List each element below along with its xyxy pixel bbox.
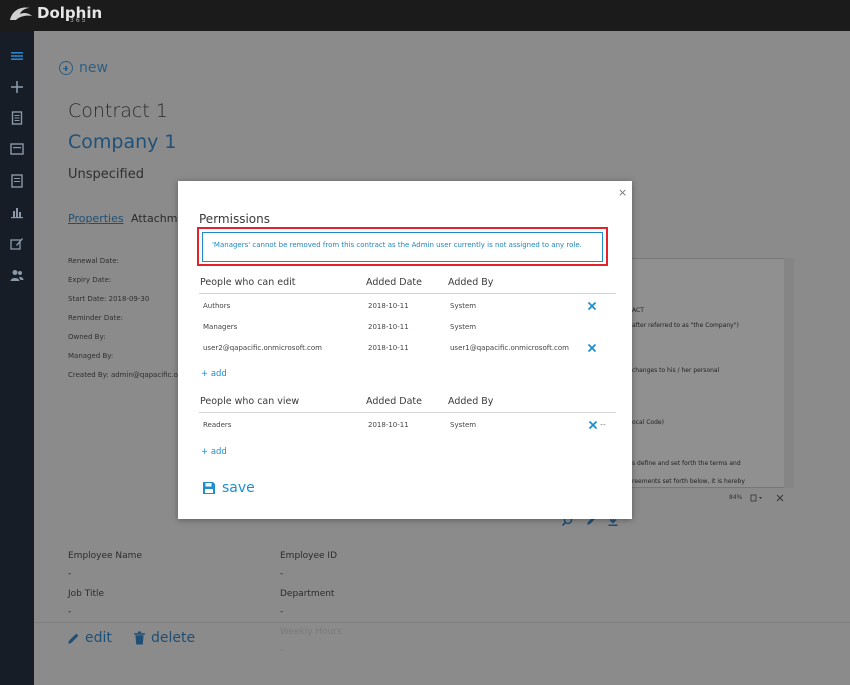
tab-properties[interactable]: Properties [68,212,124,225]
department-label: Department [280,589,335,599]
employee-name-label: Employee Name [68,551,142,561]
users-icon[interactable] [10,268,24,282]
sidebar [0,31,34,685]
editor-date: 2018-10-11 [368,302,409,310]
dolphin-logo-icon [10,7,32,20]
edit-button[interactable]: edit [67,630,112,646]
editor-name: Managers [203,323,238,331]
divider [199,412,616,413]
plus-circle-icon [59,61,73,75]
viewer-date: 2018-10-11 [368,421,409,429]
save-button[interactable]: save [202,480,255,496]
permissions-dialog: × Permissions 'Managers' cannot be remov… [178,181,632,519]
save-label: save [222,480,255,496]
report-icon[interactable] [10,174,24,188]
weekly-hours-value: - [280,645,284,655]
editor-name: Authors [203,302,231,310]
employee-name-value: - [68,569,72,579]
edit-label: edit [85,630,112,646]
employee-id-label: Employee ID [280,551,338,561]
editor-added-by: System [450,302,477,310]
page-menu-icon[interactable] [750,494,764,502]
edit-icon[interactable] [10,236,24,250]
col-added-date: Added Date [366,396,422,407]
editor-added-by: user1@qapacific.onmicrosoft.com [450,344,569,352]
inbox-icon[interactable] [10,142,24,156]
app-sub: 365 [70,17,88,24]
delete-button[interactable]: delete [133,630,195,646]
col-added-by: Added By [448,396,494,407]
add-editor-link[interactable]: + add [201,369,227,379]
remove-icon[interactable] [587,343,597,353]
new-label: new [79,60,108,76]
edit-section-header: People who can edit [200,277,296,288]
add-viewer-link[interactable]: + add [201,447,227,457]
doc-line: s define and set forth the terms and [632,460,741,467]
col-added-by: Added By [448,277,494,288]
editor-date: 2018-10-11 [368,344,409,352]
view-section-header: People who can view [200,396,300,407]
fullscreen-icon[interactable] [776,494,784,502]
doc-line: reements set forth below, it is hereby [632,478,745,485]
doc-line: after referred to as "the Company") [632,322,739,329]
doc-line: ACT [632,307,644,314]
remove-icon[interactable] [587,301,597,311]
divider [199,293,616,294]
zoom-level[interactable]: 84% [729,494,742,501]
viewer-added-by: System [450,421,477,429]
department-value: - [280,607,284,617]
start-date: Start Date: 2018-09-30 [68,295,150,303]
dialog-title: Permissions [199,212,270,226]
doc-line: changes to his / her personal [632,367,720,374]
app-logo[interactable]: Dolphin [8,5,102,23]
managed-by: Managed By: [68,352,114,360]
expiry-date: Expiry Date: [68,276,112,284]
warning-message: 'Managers' cannot be removed from this c… [212,241,582,249]
remove-icon[interactable] [588,420,598,430]
document-scrollbar[interactable] [784,258,794,488]
delete-label: delete [151,630,196,646]
job-title-label: Job Title [68,589,105,599]
pencil-icon [68,633,79,644]
company-link[interactable]: Company 1 [68,131,177,153]
weekly-hours-label: Weekly Hours [280,627,342,637]
chart-icon[interactable] [10,205,24,219]
col-added-date: Added Date [366,277,422,288]
viewer-name: Readers [203,421,232,429]
editor-name: user2@qapacific.onmicrosoft.com [203,344,322,352]
editor-date: 2018-10-11 [368,323,409,331]
page-title: Contract 1 [68,100,168,122]
job-title-value: - [68,607,72,617]
editor-added-by: System [450,323,477,331]
floppy-disk-icon [203,482,215,494]
doc-line: ocal Code) [632,419,664,426]
employee-id-value: - [280,569,284,579]
top-bar: Dolphin 365 [0,0,850,31]
menu-icon[interactable] [10,49,24,63]
trash-icon [134,631,145,645]
viewer-dash: -- [600,420,606,429]
close-icon[interactable]: × [618,186,627,199]
owned-by: Owned By: [68,333,106,341]
plus-icon[interactable] [10,80,24,94]
renewal-date: Renewal Date: [68,257,119,265]
reminder-date: Reminder Date: [68,314,123,322]
new-button[interactable]: new [59,60,108,76]
status-label: Unspecified [68,167,144,182]
document-icon[interactable] [10,111,24,125]
